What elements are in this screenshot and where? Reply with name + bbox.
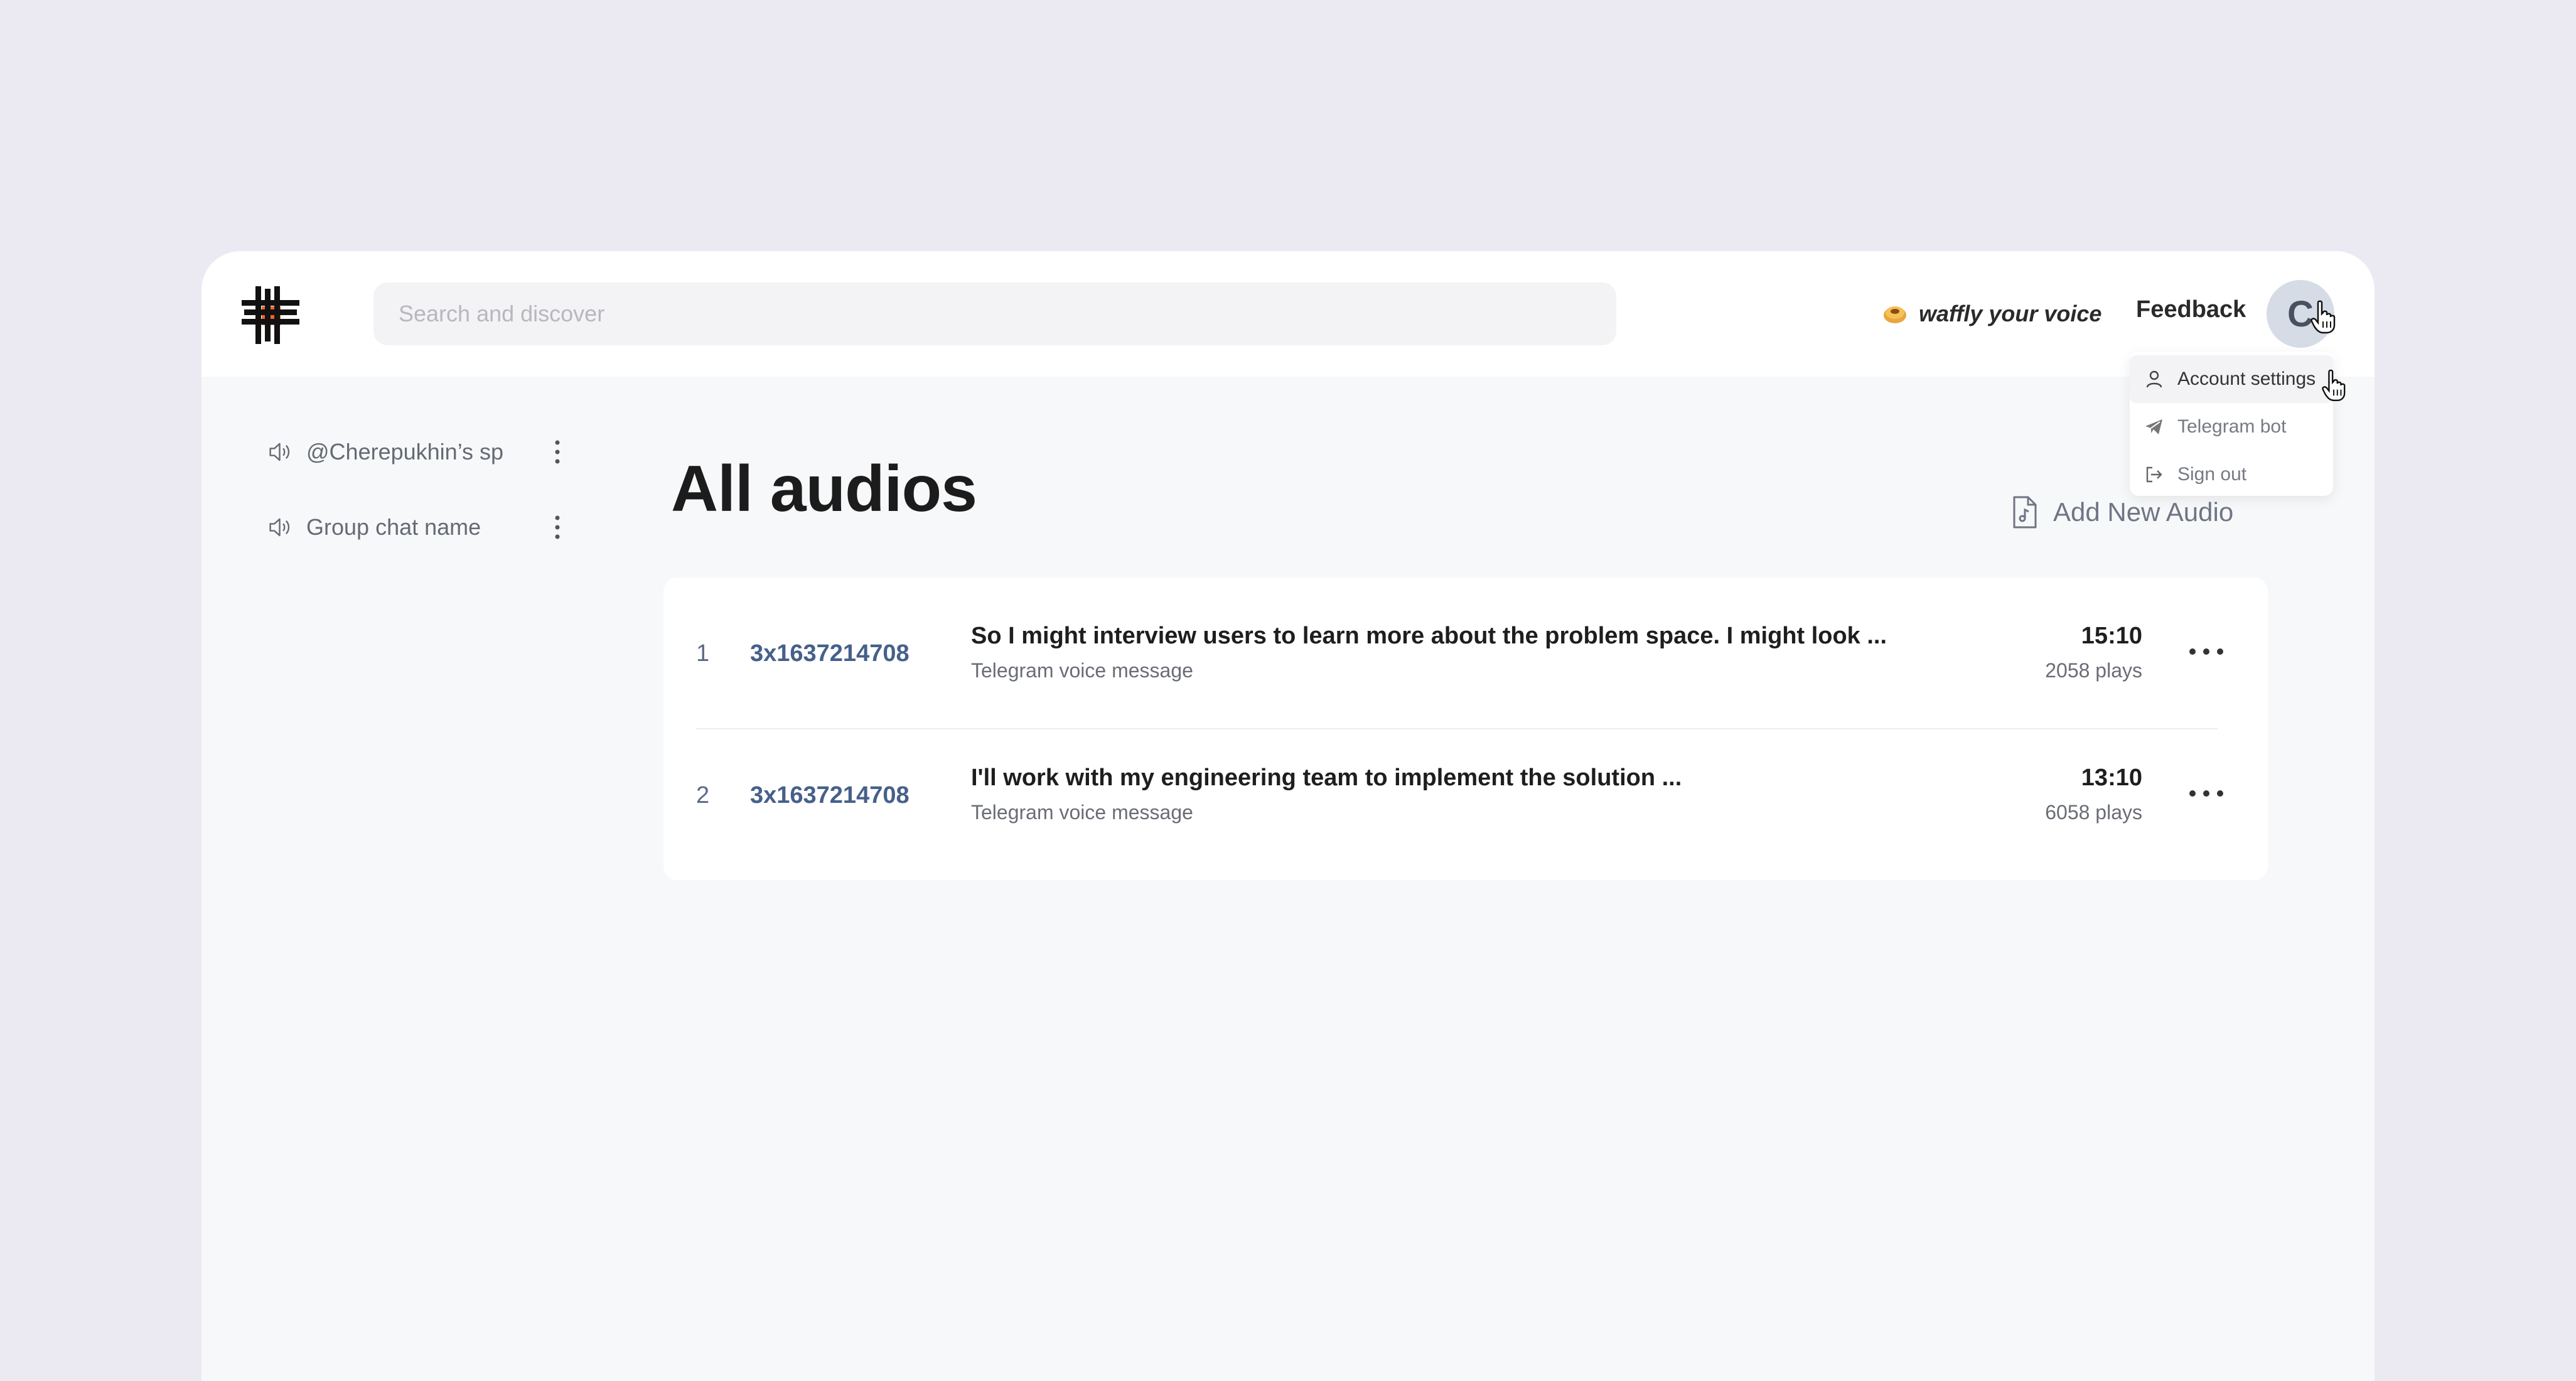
top-bar: Search and discover waffly your voice Fe… (201, 251, 2375, 377)
menu-item-telegram-bot[interactable]: Telegram bot (2130, 403, 2333, 451)
screen-frame: Search and discover waffly your voice Fe… (0, 0, 2576, 1381)
audio-row[interactable]: 1 3x1637214708 So I might interview user… (663, 578, 2268, 719)
add-audio-label: Add New Audio (2053, 497, 2234, 527)
audio-title: So I might interview users to learn more… (971, 623, 1887, 649)
app-window: Search and discover waffly your voice Fe… (201, 251, 2375, 1381)
telegram-icon (2145, 419, 2162, 434)
promo-label: waffly your voice (1919, 301, 2102, 326)
hand-cursor-icon (2322, 369, 2346, 401)
sign-out-icon (2146, 466, 2162, 483)
more-vertical-icon[interactable] (551, 513, 564, 541)
audio-source: Telegram voice message (971, 801, 1193, 824)
sidebar-item-cherepukhin[interactable]: @Cherepukhin’s sp.. (267, 433, 505, 471)
speaker-icon (269, 518, 290, 537)
audio-id-link[interactable]: 3x1637214708 (750, 782, 910, 809)
search-placeholder: Search and discover (399, 301, 605, 326)
audio-index: 1 (696, 640, 710, 667)
audio-row[interactable]: 2 3x1637214708 I'll work with my enginee… (663, 719, 2268, 861)
menu-item-sign-out[interactable]: Sign out (2130, 451, 2333, 498)
audio-source: Telegram voice message (971, 659, 1193, 682)
more-horizontal-icon[interactable] (2187, 647, 2225, 657)
menu-item-account-settings[interactable]: Account settings (2130, 355, 2333, 403)
search-input[interactable]: Search and discover (373, 282, 1616, 345)
menu-item-label: Telegram bot (2177, 416, 2287, 437)
audio-plays: 6058 plays (2045, 801, 2142, 824)
sidebar-item-label: Group chat name (306, 514, 481, 540)
sidebar-item-label: @Cherepukhin’s sp.. (306, 439, 505, 465)
add-new-audio-button[interactable]: Add New Audio (2010, 492, 2233, 532)
audio-duration: 13:10 (2081, 765, 2142, 791)
audio-duration: 15:10 (2081, 623, 2142, 649)
logo-icon[interactable] (238, 282, 303, 348)
menu-item-label: Account settings (2177, 368, 2316, 389)
menu-item-label: Sign out (2177, 464, 2247, 485)
speaker-icon (269, 443, 290, 461)
sidebar-item-group-chat[interactable]: Group chat name (267, 508, 505, 546)
page-title: All audios (671, 453, 977, 525)
audio-file-icon (2013, 496, 2037, 529)
pancake-icon (1884, 306, 1906, 323)
more-vertical-icon[interactable] (551, 438, 564, 466)
hand-cursor-icon (2310, 300, 2336, 334)
audio-list: 1 3x1637214708 So I might interview user… (663, 578, 2268, 880)
audio-id-link[interactable]: 3x1637214708 (750, 640, 910, 667)
user-icon (2146, 370, 2162, 388)
waffly-promo-link[interactable]: waffly your voice (1882, 294, 2101, 334)
audio-plays: 2058 plays (2045, 659, 2142, 682)
audio-index: 2 (696, 782, 710, 809)
audio-title: I'll work with my engineering team to im… (971, 765, 1682, 791)
more-horizontal-icon[interactable] (2187, 788, 2225, 798)
avatar-initial: C (2287, 293, 2314, 335)
account-menu: Account settings Telegram bot Sign out (2130, 352, 2333, 496)
feedback-link[interactable]: Feedback (2136, 296, 2246, 323)
